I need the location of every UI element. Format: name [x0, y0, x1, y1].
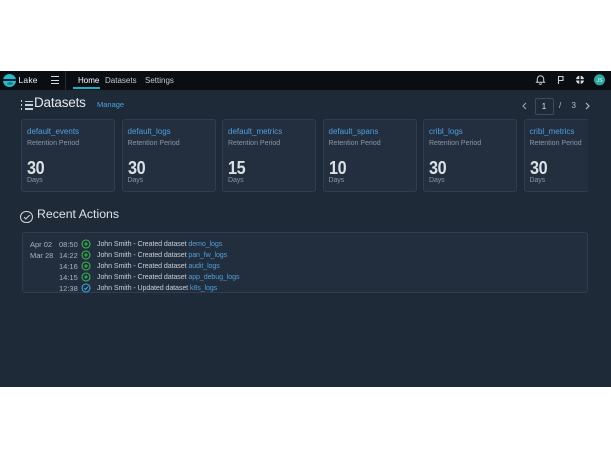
svg-text:JS: JS — [596, 78, 603, 84]
